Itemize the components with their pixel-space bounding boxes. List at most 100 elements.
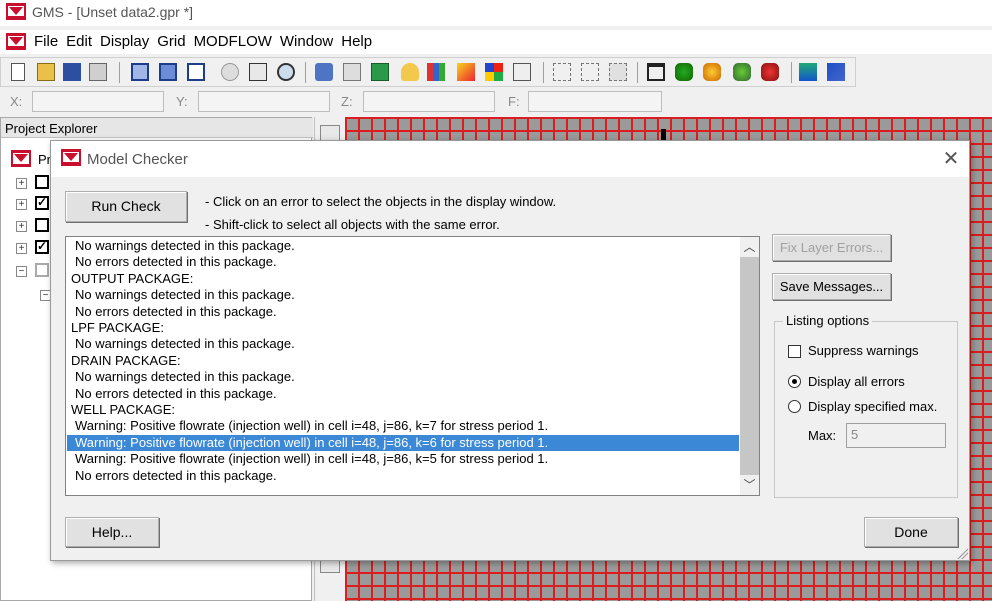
gms-logo-icon xyxy=(6,3,26,20)
fix-layer-errors-button[interactable]: Fix Layer Errors... xyxy=(772,234,891,261)
message-row[interactable]: Warning: Positive flowrate (injection we… xyxy=(67,451,739,467)
message-row[interactable]: No warnings detected in this package. xyxy=(67,336,739,352)
menu-bar: File Edit Display Grid MODFLOW Window He… xyxy=(0,30,992,54)
f-label: F: xyxy=(508,94,520,109)
well-icon[interactable] xyxy=(647,63,665,81)
gms-logo-icon[interactable] xyxy=(6,33,26,50)
scroll-down-icon[interactable]: ﹀ xyxy=(740,476,759,494)
menu-display[interactable]: Display xyxy=(100,33,157,50)
f-field[interactable] xyxy=(528,91,662,112)
project-root-icon xyxy=(11,150,31,167)
bar-chart-icon[interactable] xyxy=(427,63,445,81)
tool-b-icon[interactable] xyxy=(703,63,721,81)
app-title-bar: GMS - [Unset data2.gpr *] xyxy=(0,0,992,26)
expand-icon[interactable]: + xyxy=(16,243,27,254)
menu-help[interactable]: Help xyxy=(341,33,380,50)
hint-click: - Click on an error to select the object… xyxy=(205,194,557,209)
max-input[interactable]: 5 xyxy=(846,423,946,448)
tree-checkbox[interactable] xyxy=(35,263,49,277)
save-messages-button[interactable]: Save Messages... xyxy=(772,273,891,300)
palette-icon[interactable] xyxy=(485,63,503,81)
tree-checkbox[interactable]: ✓ xyxy=(35,239,49,254)
done-button[interactable]: Done xyxy=(864,517,958,547)
display-specified-max-label: Display specified max. xyxy=(808,399,938,414)
tree-checkbox[interactable] xyxy=(35,175,49,189)
calculator-icon[interactable] xyxy=(513,63,531,81)
view-side-icon[interactable] xyxy=(159,63,177,81)
message-row-selected[interactable]: Warning: Positive flowrate (injection we… xyxy=(67,434,739,451)
message-row[interactable]: No errors detected in this package. xyxy=(67,386,739,402)
scroll-up-icon[interactable]: ︿ xyxy=(740,238,759,256)
message-row[interactable]: No errors detected in this package. xyxy=(67,468,739,484)
y-field[interactable] xyxy=(198,91,330,112)
menu-modflow[interactable]: MODFLOW xyxy=(194,33,280,50)
scroll-thumb[interactable] xyxy=(740,257,759,475)
menu-file[interactable]: File xyxy=(34,33,66,50)
layers-icon[interactable] xyxy=(315,63,333,81)
expand-icon[interactable]: + xyxy=(16,178,27,189)
message-row[interactable]: LPF PACKAGE: xyxy=(67,320,739,336)
message-list[interactable]: No warnings detected in this package. No … xyxy=(65,236,760,496)
rotate-icon[interactable] xyxy=(221,63,239,81)
x-field[interactable] xyxy=(32,91,164,112)
y-label: Y: xyxy=(176,94,188,109)
menu-window[interactable]: Window xyxy=(280,33,341,50)
zoom-icon[interactable] xyxy=(277,63,295,81)
select-multi-icon[interactable] xyxy=(581,63,599,81)
tool-c-icon[interactable] xyxy=(733,63,751,81)
run-check-button[interactable]: Run Check xyxy=(65,191,187,222)
view-top-icon[interactable] xyxy=(187,63,205,81)
message-row[interactable]: DRAIN PACKAGE: xyxy=(67,353,739,369)
view-front-icon[interactable] xyxy=(131,63,149,81)
new-file-icon[interactable] xyxy=(11,63,25,81)
open-folder-icon[interactable] xyxy=(37,63,55,81)
collapse-icon[interactable]: − xyxy=(16,266,27,277)
message-row[interactable]: No warnings detected in this package. xyxy=(67,238,739,254)
max-label: Max: xyxy=(808,428,837,443)
coordinate-bar: X: Y: Z: F: xyxy=(0,88,666,116)
menu-grid[interactable]: Grid xyxy=(157,33,193,50)
color-ramp-icon[interactable] xyxy=(457,63,475,81)
light-icon[interactable] xyxy=(401,63,419,81)
message-scrollbar[interactable]: ︿ ﹀ xyxy=(740,237,759,495)
z-field[interactable] xyxy=(363,91,495,112)
close-icon[interactable]: ✕ xyxy=(939,147,963,171)
menu-edit[interactable]: Edit xyxy=(66,33,100,50)
x-label: X: xyxy=(10,94,23,109)
select-cells-icon[interactable] xyxy=(249,63,267,81)
expand-icon[interactable]: + xyxy=(16,221,27,232)
tree-checkbox[interactable] xyxy=(35,218,49,232)
dialog-title-bar: Model Checker ✕ xyxy=(51,141,969,177)
gms-logo-icon xyxy=(61,149,81,166)
message-row[interactable]: No warnings detected in this package. xyxy=(67,369,739,385)
model-checker-dialog: Model Checker ✕ Run Check - Click on an … xyxy=(50,140,970,561)
suppress-warnings-checkbox[interactable] xyxy=(788,345,801,358)
properties-icon[interactable] xyxy=(343,63,361,81)
message-row[interactable]: Warning: Positive flowrate (injection we… xyxy=(67,418,739,434)
app-title: GMS - [Unset data2.gpr *] xyxy=(32,4,194,20)
help-button[interactable]: Help... xyxy=(65,517,159,547)
display-all-errors-label: Display all errors xyxy=(808,374,905,389)
tool-e-icon[interactable] xyxy=(799,63,817,81)
z-label: Z: xyxy=(341,94,353,109)
flag-icon[interactable] xyxy=(827,63,845,81)
message-row[interactable]: No errors detected in this package. xyxy=(67,304,739,320)
tool-a-icon[interactable] xyxy=(675,63,693,81)
tree-checkbox[interactable]: ✓ xyxy=(35,195,49,210)
print-icon[interactable] xyxy=(89,63,107,81)
refresh-icon[interactable] xyxy=(371,63,389,81)
message-row[interactable]: No warnings detected in this package. xyxy=(67,287,739,303)
tool-d-icon[interactable] xyxy=(761,63,779,81)
message-row[interactable]: No errors detected in this package. xyxy=(67,254,739,270)
hint-shift-click: - Shift-click to select all objects with… xyxy=(205,217,500,232)
select-icon[interactable] xyxy=(553,63,571,81)
message-row[interactable]: OUTPUT PACKAGE: xyxy=(67,271,739,287)
expand-icon[interactable]: + xyxy=(16,199,27,210)
display-specified-max-radio[interactable] xyxy=(788,400,801,413)
save-icon[interactable] xyxy=(63,63,81,81)
resize-grip[interactable] xyxy=(956,547,968,559)
display-all-errors-radio[interactable] xyxy=(788,375,801,388)
message-row[interactable]: WELL PACKAGE: xyxy=(67,402,739,418)
suppress-warnings-label: Suppress warnings xyxy=(808,343,919,358)
select-region-icon[interactable] xyxy=(609,63,627,81)
